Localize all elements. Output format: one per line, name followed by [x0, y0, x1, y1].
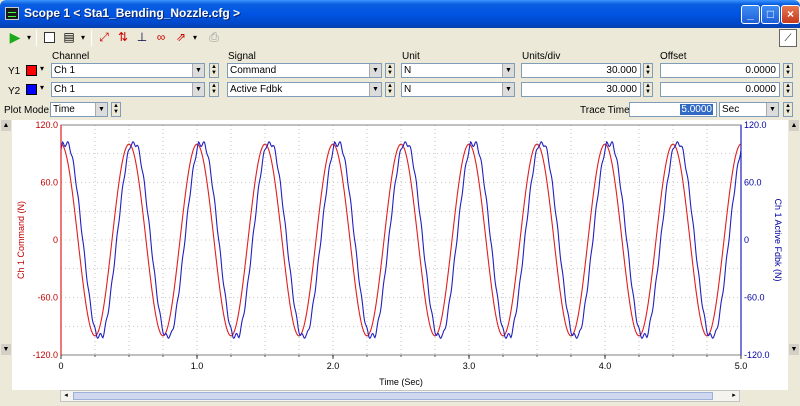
- properties-dropdown-icon[interactable]: ▾: [78, 29, 88, 47]
- scroll-right-icon[interactable]: ▸: [729, 391, 739, 401]
- y-tick-label-right: -120.0: [744, 350, 770, 360]
- trace-label-y2: Y2: [8, 86, 21, 97]
- units-div-field-y1[interactable]: 30.000: [521, 63, 641, 78]
- scroll-up-icon[interactable]: ▲: [1, 120, 11, 131]
- y-tick-label-right: 0: [744, 235, 749, 245]
- x-tick-label: 2.0: [327, 361, 340, 371]
- trace-time-label: Trace Time:: [580, 105, 633, 116]
- grid: [61, 125, 741, 355]
- left-vertical-scrollbar[interactable]: ▲ ▼: [1, 120, 11, 355]
- offset-spinner-y1[interactable]: ▲ ▼: [783, 63, 793, 78]
- offset-spinner-y2[interactable]: ▲ ▼: [783, 82, 793, 97]
- zoom-fit-icon[interactable]: ⤢: [95, 29, 113, 47]
- scroll-down-icon[interactable]: ▼: [1, 344, 11, 355]
- window-title: Scope 1 < Sta1_Bending_Nozzle.cfg >: [24, 6, 241, 20]
- header-units-div: Units/div: [522, 51, 561, 62]
- y-tick-label-right: 60.0: [744, 178, 762, 188]
- marker-icon[interactable]: ⊥: [133, 29, 151, 47]
- units-div-spinner-y1[interactable]: ▲ ▼: [643, 63, 653, 78]
- x-axis-label: Time (Sec): [379, 377, 423, 387]
- trace-time-field[interactable]: 5.0000: [629, 102, 717, 117]
- horizontal-scrollbar[interactable]: ◂ ▸: [60, 390, 740, 402]
- trace-color-dropdown-y2[interactable]: ▾: [40, 83, 44, 92]
- header-signal: Signal: [228, 51, 256, 62]
- close-button[interactable]: ×: [781, 5, 800, 24]
- trace-icon[interactable]: ⇗: [172, 29, 190, 47]
- x-tick-label: 3.0: [463, 361, 476, 371]
- offset-field-y2[interactable]: 0.0000: [660, 82, 780, 97]
- signal-select-y1[interactable]: Command ▼: [227, 63, 382, 78]
- y-tick-label-left: 0: [53, 235, 58, 245]
- zoom-icon[interactable]: ⇅: [114, 29, 132, 47]
- scope-app-icon: [5, 7, 19, 20]
- units-div-field-y2[interactable]: 30.000: [521, 82, 641, 97]
- header-unit: Unit: [402, 51, 420, 62]
- y-axis-label-right: Ch 1 Active Fdbk (N): [773, 198, 783, 281]
- trace-time-spinner[interactable]: ▲ ▼: [783, 102, 793, 117]
- channel-select-y1[interactable]: Ch 1 ▼: [51, 63, 205, 78]
- y-tick-label-left: 60.0: [40, 178, 58, 188]
- y-tick-label-right: 120.0: [744, 120, 767, 130]
- y-axis-label-left: Ch 1 Command (N): [16, 201, 26, 279]
- scope-plot[interactable]: 0 1.0 2.0 3.0 4.0 5.0 120.0 60.0 0 -60.0 -120.0 120…: [12, 120, 788, 390]
- offset-field-y1[interactable]: 0.0000: [660, 63, 780, 78]
- y-tick-label-left: 120.0: [35, 120, 58, 130]
- x-tick-label: 1.0: [191, 361, 204, 371]
- trace-time-unit-select[interactable]: Sec ▼: [719, 102, 779, 117]
- unit-select-y1[interactable]: N ▼: [401, 63, 515, 78]
- title-bar: Scope 1 < Sta1_Bending_Nozzle.cfg > _ □ …: [0, 0, 800, 28]
- channel-select-y2[interactable]: Ch 1 ▼: [51, 82, 205, 97]
- dropdown-arrow-icon[interactable]: ▾: [24, 29, 34, 47]
- unit-select-y2[interactable]: N ▼: [401, 82, 515, 97]
- stop-square-icon[interactable]: [40, 29, 58, 47]
- scroll-down-icon[interactable]: ▼: [789, 344, 799, 355]
- scroll-up-icon[interactable]: ▲: [789, 120, 799, 131]
- channel-spinner-y2[interactable]: ▲ ▼: [209, 82, 219, 97]
- units-div-spinner-y2[interactable]: ▲ ▼: [643, 82, 653, 97]
- scroll-left-icon[interactable]: ◂: [61, 391, 71, 401]
- maximize-button[interactable]: □: [761, 5, 780, 24]
- y-tick-label-left: -60.0: [37, 293, 58, 303]
- y-tick-label-right: -60.0: [744, 293, 765, 303]
- signal-select-y2[interactable]: Active Fdbk ▼: [227, 82, 382, 97]
- chart-settings-icon[interactable]: ⟋: [779, 29, 797, 47]
- signal-spinner-y1[interactable]: ▲ ▼: [385, 63, 395, 78]
- x-tick-label: 5.0: [735, 361, 748, 371]
- signal-spinner-y2[interactable]: ▲ ▼: [385, 82, 395, 97]
- y-tick-label-left: -120.0: [32, 350, 58, 360]
- header-offset: Offset: [660, 51, 687, 62]
- plot-mode-select[interactable]: Time ▼: [50, 102, 108, 117]
- trace-color-y2[interactable]: [26, 84, 37, 95]
- plot-mode-spinner[interactable]: ▲ ▼: [111, 102, 121, 117]
- play-icon[interactable]: ▶: [6, 29, 24, 47]
- trace-color-y1[interactable]: [26, 65, 37, 76]
- plot-mode-label: Plot Mode:: [4, 105, 52, 116]
- right-vertical-scrollbar[interactable]: ▲ ▼: [789, 120, 799, 355]
- header-channel: Channel: [52, 51, 90, 62]
- x-tick-label: 0: [58, 361, 63, 371]
- trace-color-dropdown-y1[interactable]: ▾: [40, 64, 44, 73]
- print-icon[interactable]: ⎙: [205, 29, 223, 47]
- toolbar: ▶ ▾ ▤ ▾ ⤢ ⇅ ⊥ ∞ ⇗ ▾ ⎙ ⟋: [2, 28, 798, 48]
- scope-chart[interactable]: 0 1.0 2.0 3.0 4.0 5.0 120.0 60.0 0 -60.0 -120.0 120…: [12, 120, 788, 390]
- trace-dropdown-icon[interactable]: ▾: [190, 29, 200, 47]
- properties-icon[interactable]: ▤: [60, 29, 78, 47]
- lissajous-icon[interactable]: ∞: [152, 29, 170, 47]
- scrollbar-thumb[interactable]: [73, 392, 713, 400]
- x-tick-label: 4.0: [599, 361, 612, 371]
- minimize-button[interactable]: _: [741, 5, 760, 24]
- trace-label-y1: Y1: [8, 66, 21, 77]
- channel-spinner-y1[interactable]: ▲ ▼: [209, 63, 219, 78]
